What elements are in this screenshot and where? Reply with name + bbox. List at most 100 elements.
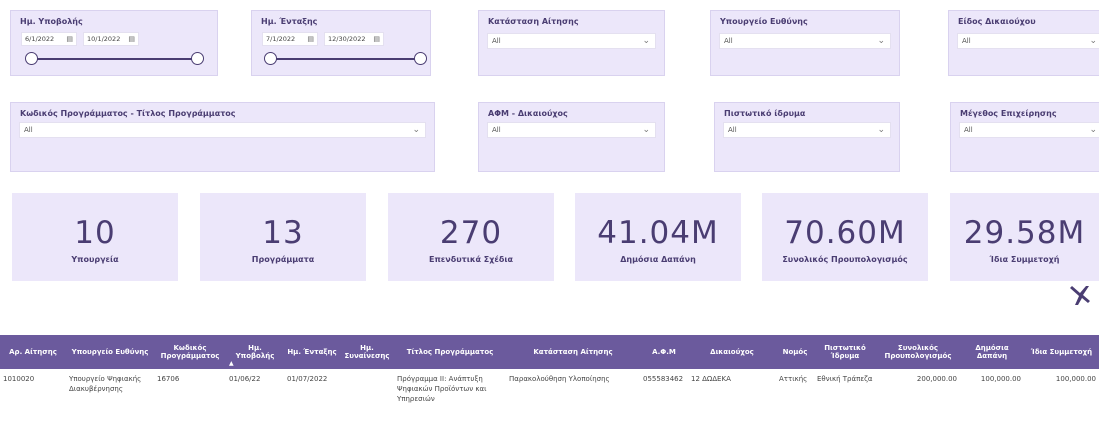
company-size-dropdown[interactable]: All ⌄ — [959, 122, 1099, 138]
dropdown-value: All — [728, 126, 737, 134]
beneficiary-type-slicer[interactable]: Είδος Δικαιούχου All ⌄ — [948, 10, 1099, 76]
kpi-value: 13 — [262, 215, 304, 251]
submission-end-date-input[interactable]: 10/1/2022 ▤ — [83, 32, 139, 46]
col-header-inclusion[interactable]: Ημ. Ένταξης — [284, 335, 340, 369]
calendar-icon[interactable]: ▤ — [66, 33, 73, 45]
range-start-handle[interactable] — [25, 52, 38, 65]
beneficiary-type-dropdown[interactable]: All ⌄ — [957, 33, 1099, 49]
status-dropdown[interactable]: All ⌄ — [487, 33, 656, 49]
dropdown-value: All — [24, 126, 33, 134]
ministry-slicer[interactable]: Υπουργείο Ευθύνης All ⌄ — [710, 10, 900, 76]
cell-total-budget: 200,000.00 — [916, 375, 957, 383]
range-start-handle[interactable] — [264, 52, 277, 65]
kpi-value: 41.04M — [597, 215, 719, 251]
chevron-down-icon[interactable]: ⌄ — [1089, 123, 1097, 137]
kpi-label: Επενδυτικά Σχέδια — [429, 255, 513, 264]
cell-program-code: 16706 — [157, 375, 180, 383]
program-dropdown[interactable]: All ⌄ — [19, 122, 426, 138]
kpi-card-own-participation: 29.58M Ίδια Συμμετοχή — [950, 193, 1099, 281]
afm-slicer[interactable]: ΑΦΜ - Δικαιούχος All ⌄ — [478, 102, 665, 172]
range-end-handle[interactable] — [191, 52, 204, 65]
range-track — [272, 58, 420, 60]
dropdown-value: All — [964, 126, 973, 134]
col-header-submission[interactable]: Ημ. Υποβολής ▲ — [226, 335, 284, 369]
cell-status: Παρακολούθηση Υλοποίησης — [509, 375, 610, 383]
col-header-agreement[interactable]: Ημ. Συναίνεσης — [340, 335, 394, 369]
dropdown-value: All — [724, 37, 733, 45]
cell-app-no: 1010020 — [3, 375, 35, 383]
col-header-beneficiary[interactable]: Δικαιούχος — [688, 335, 776, 369]
cell-submission: 01/06/22 — [229, 375, 261, 383]
bank-slicer[interactable]: Πιστωτικό ίδρυμα All ⌄ — [714, 102, 900, 172]
bank-dropdown[interactable]: All ⌄ — [723, 122, 891, 138]
col-header-app-no[interactable]: Αρ. Αίτησης — [0, 335, 66, 369]
kpi-card-investment-plans: 270 Επενδυτικά Σχέδια — [388, 193, 554, 281]
afm-dropdown[interactable]: All ⌄ — [487, 122, 656, 138]
col-header-public-exp[interactable]: Δημόσια Δαπάνη — [960, 335, 1024, 369]
kpi-value: 70.60M — [784, 215, 906, 251]
inclusion-date-slicer[interactable]: Ημ. Ένταξης 7/1/2022 ▤ 12/30/2022 ▤ — [251, 10, 431, 76]
chevron-down-icon[interactable]: ⌄ — [642, 123, 650, 137]
col-header-afm[interactable]: Α.Φ.Μ — [640, 335, 688, 369]
calendar-icon[interactable]: ▤ — [128, 33, 135, 45]
chevron-down-icon[interactable]: ⌄ — [1089, 34, 1097, 48]
cell-ministry: Υπουργείο Ψηφιακής Διακυβέρνησης — [69, 375, 142, 393]
applications-table: Αρ. Αίτησης Υπουργείο Ευθύνης Κωδικός Πρ… — [0, 335, 1099, 409]
clear-filters-icon[interactable] — [1067, 283, 1093, 309]
cell-own-part: 100,000.00 — [1055, 375, 1096, 383]
ministry-dropdown[interactable]: All ⌄ — [719, 33, 891, 49]
company-size-slicer[interactable]: Μέγεθος Επιχείρησης All ⌄ — [950, 102, 1099, 172]
range-track — [31, 58, 199, 60]
col-header-ministry[interactable]: Υπουργείο Ευθύνης — [66, 335, 154, 369]
kpi-card-ministries: 10 Υπουργεία — [12, 193, 178, 281]
submission-start-date-input[interactable]: 6/1/2022 ▤ — [21, 32, 77, 46]
col-header-bank[interactable]: Πιστωτικό Ίδρυμα — [814, 335, 876, 369]
table-row[interactable]: 1010020 Υπουργείο Ψηφιακής Διακυβέρνησης… — [0, 369, 1099, 409]
date-text: 7/1/2022 — [266, 35, 296, 43]
calendar-icon[interactable]: ▤ — [373, 33, 380, 45]
range-end-handle[interactable] — [414, 52, 427, 65]
slicer-title: Κωδικός Προγράμματος - Τίτλος Προγράμματ… — [20, 109, 236, 118]
cell-public-exp: 100,000.00 — [980, 375, 1021, 383]
slicer-title: Μέγεθος Επιχείρησης — [960, 109, 1057, 118]
chevron-down-icon[interactable]: ⌄ — [877, 123, 885, 137]
submission-date-slicer[interactable]: Ημ. Υποβολής 6/1/2022 ▤ 10/1/2022 ▤ — [10, 10, 218, 76]
calendar-icon[interactable]: ▤ — [307, 33, 314, 45]
col-header-program-code[interactable]: Κωδικός Προγράμματος — [154, 335, 226, 369]
date-text: 10/1/2022 — [87, 35, 121, 43]
chevron-down-icon[interactable]: ⌄ — [642, 34, 650, 48]
slicer-title: Είδος Δικαιούχου — [958, 17, 1036, 26]
kpi-label: Συνολικός Προυπολογισμός — [782, 255, 908, 264]
table-header-row: Αρ. Αίτησης Υπουργείο Ευθύνης Κωδικός Πρ… — [0, 335, 1099, 369]
chevron-down-icon[interactable]: ⌄ — [877, 34, 885, 48]
kpi-label: Προγράμματα — [251, 255, 315, 264]
col-header-status[interactable]: Κατάσταση Αίτησης — [506, 335, 640, 369]
program-slicer[interactable]: Κωδικός Προγράμματος - Τίτλος Προγράμματ… — [10, 102, 435, 172]
col-header-program-title[interactable]: Τίτλος Προγράμματος — [394, 335, 506, 369]
header-label: Ημ. Υποβολής — [235, 344, 275, 360]
inclusion-end-date-input[interactable]: 12/30/2022 ▤ — [324, 32, 384, 46]
slicer-title: ΑΦΜ - Δικαιούχος — [488, 109, 568, 118]
sort-asc-icon: ▲ — [229, 360, 234, 367]
cell-bank: Εθνική Τράπεζα — [817, 375, 873, 383]
kpi-value: 29.58M — [963, 215, 1086, 251]
date-text: 6/1/2022 — [25, 35, 55, 43]
col-header-prefecture[interactable]: Νομός — [776, 335, 814, 369]
col-header-total-budget[interactable]: Συνολικός Προυπολογισμός — [876, 335, 960, 369]
chevron-down-icon[interactable]: ⌄ — [412, 123, 420, 137]
kpi-value: 10 — [74, 215, 116, 251]
cell-inclusion: 01/07/2022 — [287, 375, 328, 383]
slicer-title: Κατάσταση Αίτησης — [488, 17, 579, 26]
kpi-label: Ίδια Συμμετοχή — [989, 255, 1060, 264]
inclusion-start-date-input[interactable]: 7/1/2022 ▤ — [262, 32, 318, 46]
cell-afm: 055583462 — [643, 375, 684, 383]
slicer-title: Ημ. Ένταξης — [261, 17, 318, 26]
kpi-label: Υπουργεία — [71, 255, 119, 264]
cell-agreement — [340, 369, 394, 409]
kpi-card-total-budget: 70.60M Συνολικός Προυπολογισμός — [762, 193, 928, 281]
kpi-card-programs: 13 Προγράμματα — [200, 193, 366, 281]
date-text: 12/30/2022 — [328, 35, 366, 43]
col-header-own-part[interactable]: Ίδια Συμμετοχή — [1024, 335, 1099, 369]
slicer-title: Ημ. Υποβολής — [20, 17, 83, 26]
status-slicer[interactable]: Κατάσταση Αίτησης All ⌄ — [478, 10, 665, 76]
